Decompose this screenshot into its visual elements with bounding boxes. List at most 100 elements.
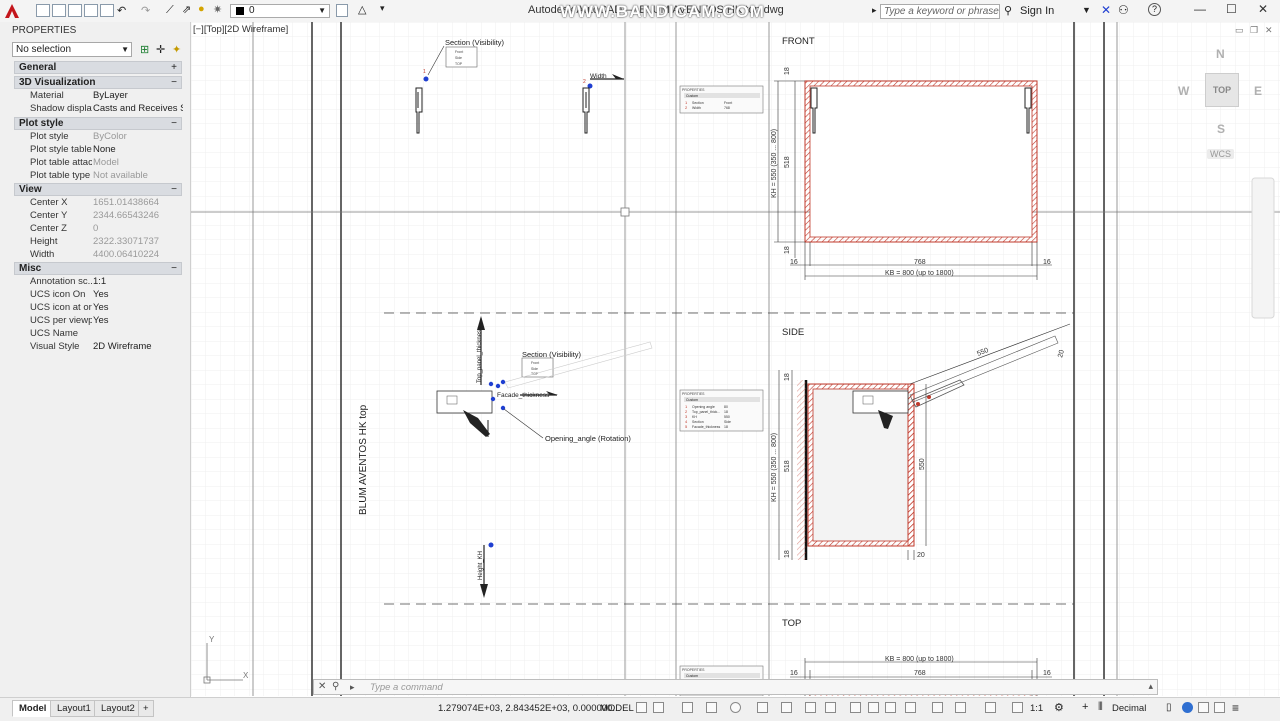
grip-point[interactable] <box>500 379 506 385</box>
linetype-icon[interactable]: △ <box>358 3 366 16</box>
color-control-icon[interactable] <box>336 4 348 17</box>
share-icon[interactable]: ⇗ <box>182 3 191 16</box>
object-snap-tracking-icon[interactable] <box>757 702 768 713</box>
gear-icon[interactable]: ⚙ <box>1054 701 1064 714</box>
selection-cycling-icon[interactable] <box>850 702 861 713</box>
clean-screen-icon[interactable] <box>1198 702 1209 713</box>
auto-scale-icon[interactable] <box>985 702 996 713</box>
property-row[interactable]: Material ByLayer <box>14 89 182 102</box>
save-icon[interactable] <box>68 4 82 17</box>
dynamic-ucs-icon[interactable] <box>885 702 896 713</box>
tab-layout2[interactable]: Layout2 <box>94 700 142 717</box>
workspace-icon[interactable] <box>1214 702 1225 713</box>
selection-dropdown[interactable]: No selection ▼ <box>12 42 132 57</box>
chevron-down-icon[interactable]: ▼ <box>1082 5 1091 15</box>
recent-commands-icon[interactable]: ▸ <box>350 682 355 693</box>
group-plot-style[interactable]: Plot style − <box>14 117 182 130</box>
property-row[interactable]: UCS per viewp...Yes <box>14 314 182 327</box>
property-row[interactable]: Height 2322.33071737 <box>14 235 182 248</box>
property-row[interactable]: UCS Name <box>14 327 182 340</box>
property-row[interactable]: Plot table attac...Model <box>14 156 182 169</box>
group-3d-visualization[interactable]: 3D Visualization − <box>14 76 182 89</box>
annotation-visibility-icon[interactable] <box>955 702 966 713</box>
cursor-coordinates[interactable]: 1.279074E+03, 2.843452E+03, 0.000000... <box>438 703 620 714</box>
grip-point[interactable] <box>423 76 429 82</box>
quick-select-icon[interactable]: ✦ <box>172 43 181 56</box>
annotation-scale-dropdown[interactable]: 1:1 <box>1030 703 1043 714</box>
model-space-button[interactable]: MODEL <box>600 703 634 714</box>
lightbulb-icon[interactable]: ● <box>198 3 205 15</box>
toggle-pickadd-icon[interactable]: ⊞ <box>140 43 149 56</box>
drawing-svg[interactable]: BLUM AVENTOS HK top Section (Visibility)… <box>191 22 1280 696</box>
annotation-monitor-icon[interactable] <box>1012 702 1023 713</box>
navigation-bar[interactable] <box>1251 177 1275 319</box>
viewport-minimize-icon[interactable]: ▭ <box>1235 25 1244 35</box>
group-general[interactable]: General + <box>14 61 182 74</box>
binoculars-icon[interactable]: ⚲ <box>1004 4 1012 17</box>
property-row[interactable]: Center Y 2344.66543246 <box>14 209 182 222</box>
property-row[interactable]: UCS icon On Yes <box>14 288 182 301</box>
tab-layout1[interactable]: Layout1 <box>50 700 98 717</box>
property-row[interactable]: UCS icon at or...Yes <box>14 301 182 314</box>
group-view[interactable]: View − <box>14 183 182 196</box>
property-row[interactable]: Shadow displayCasts and Receives Sh... <box>14 102 183 115</box>
property-row[interactable]: Plot style table None <box>14 143 182 156</box>
chevron-up-icon[interactable]: ▴ <box>1148 681 1153 692</box>
plot-icon[interactable] <box>100 4 114 17</box>
grip-point[interactable] <box>488 542 494 548</box>
grip-point[interactable] <box>490 396 496 402</box>
add-layout-button[interactable]: + <box>138 700 154 717</box>
drawing-canvas[interactable]: BLUM AVENTOS HK top Section (Visibility)… <box>191 22 1280 696</box>
object-snap-icon[interactable] <box>781 702 792 713</box>
wcs-menu[interactable]: WCS <box>1207 149 1234 159</box>
sign-in-button[interactable]: Sign In <box>1020 5 1054 17</box>
property-row[interactable]: Visual Style 2D Wireframe <box>14 340 182 353</box>
transparency-icon[interactable] <box>825 702 836 713</box>
snap-icon[interactable] <box>653 702 664 713</box>
selection-filter-icon[interactable] <box>905 702 916 713</box>
viewport-controls-label[interactable]: [−][Top][2D Wireframe] <box>193 24 288 35</box>
maximize-button[interactable]: ☐ <box>1226 2 1237 16</box>
match-properties-icon[interactable]: ⟋ <box>166 4 174 17</box>
property-row[interactable]: Annotation sc... 1:1 <box>14 275 182 288</box>
command-line[interactable]: ✕ ⚲ ▸ Type a command ▴ <box>313 679 1158 695</box>
property-row[interactable]: Width 4400.06410224 <box>14 248 182 261</box>
group-misc[interactable]: Misc − <box>14 262 182 275</box>
grip-point[interactable] <box>488 381 494 387</box>
select-objects-icon[interactable]: ✛ <box>156 43 165 56</box>
close-icon[interactable]: ✕ <box>318 681 326 692</box>
polar-icon[interactable] <box>706 702 717 713</box>
open-file-icon[interactable] <box>52 4 66 17</box>
lineweight-icon[interactable] <box>805 702 816 713</box>
units-dropdown[interactable]: Decimal <box>1112 703 1146 714</box>
compass-south[interactable]: S <box>1217 122 1225 136</box>
compass-east[interactable]: E <box>1254 84 1262 98</box>
search-input[interactable]: Type a keyword or phrase <box>880 4 1000 19</box>
customization-menu-icon[interactable]: ≡ <box>1232 701 1239 715</box>
viewport-close-icon[interactable]: ✕ <box>1265 25 1273 35</box>
undo-icon[interactable]: ↶ <box>117 4 126 17</box>
grip-point[interactable] <box>495 383 501 389</box>
quick-properties-icon[interactable]: ▯ <box>1166 702 1172 713</box>
property-row[interactable]: Plot table type Not available <box>14 169 182 182</box>
sun-icon[interactable]: ✷ <box>213 3 222 16</box>
exchange-apps-icon[interactable]: ✕ <box>1101 3 1111 17</box>
plus-icon[interactable]: + <box>1082 701 1088 713</box>
property-row[interactable]: Center Z0 <box>14 222 182 235</box>
search-expand-icon[interactable]: ▸ <box>872 5 877 16</box>
stay-connected-icon[interactable]: ⚇ <box>1118 3 1129 17</box>
3d-osnap-icon[interactable] <box>868 702 879 713</box>
ortho-icon[interactable] <box>682 702 693 713</box>
grid-icon[interactable] <box>636 702 647 713</box>
hardware-acceleration-icon[interactable] <box>1182 702 1193 713</box>
layer-dropdown[interactable]: 0 ▼ <box>230 4 330 18</box>
gizmo-icon[interactable] <box>932 702 943 713</box>
save-as-icon[interactable] <box>84 4 98 17</box>
command-input[interactable]: Type a command <box>370 682 443 693</box>
property-row[interactable]: Plot style ByColor <box>14 130 182 143</box>
quick-access-menu-icon[interactable]: ▾ <box>380 3 385 14</box>
autocad-logo-icon[interactable] <box>4 3 20 19</box>
isodraft-icon[interactable] <box>730 702 741 713</box>
compass-west[interactable]: W <box>1178 84 1189 98</box>
minimize-button[interactable]: — <box>1194 2 1206 16</box>
